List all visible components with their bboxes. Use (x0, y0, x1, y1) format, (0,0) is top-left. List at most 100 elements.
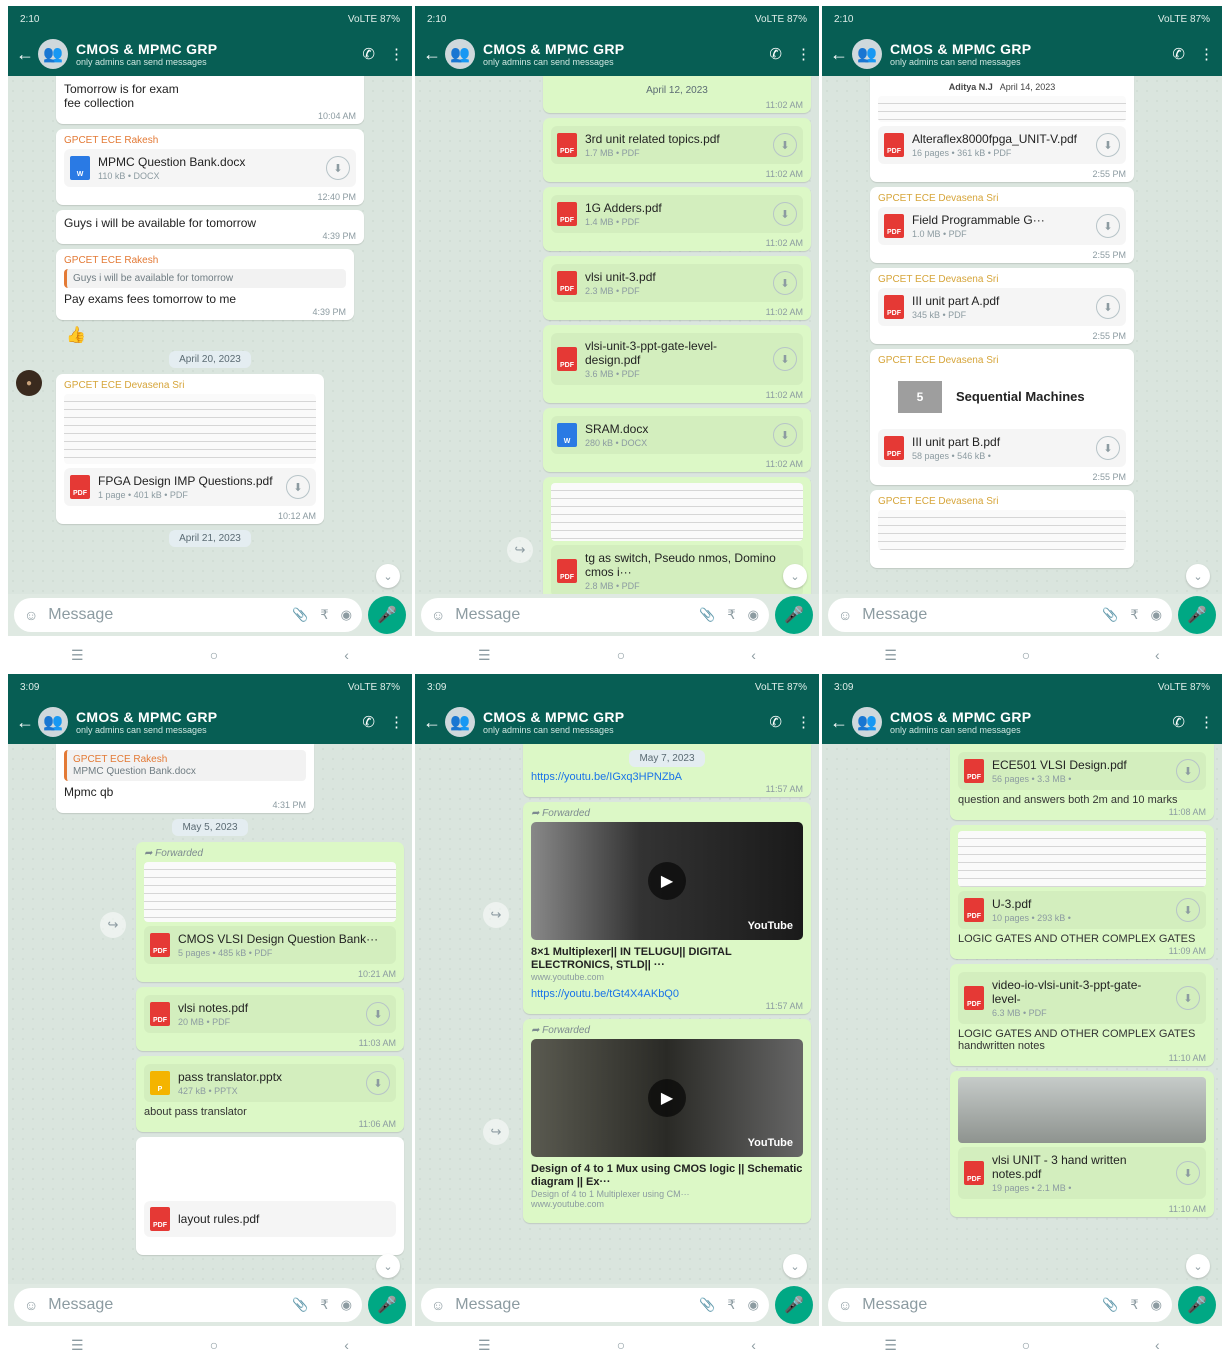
message-bubble[interactable]: GPCET ECE Rakesh W MPMC Question Bank.do… (56, 129, 364, 205)
message-bubble[interactable]: PDF U-3.pdf 10 pages • 293 kB • ⬇ LOGIC GAT… (950, 825, 1214, 959)
message-bubble[interactable]: May 7, 2023 https://youtu.be/IGxq3HPNZbA… (523, 744, 811, 797)
message-bubble[interactable]: GPCET ECE Devasena Sri PDF Field Programm… (870, 187, 1134, 263)
message-bubble[interactable]: GPCET ECE Devasena Sri PDF FPGA Design I… (56, 374, 324, 524)
camera-icon[interactable]: ◉ (748, 1297, 759, 1313)
back-arrow-icon[interactable]: ← (830, 44, 848, 65)
message-bubble[interactable]: Tomorrow is for exam fee collection 10:0… (56, 76, 364, 124)
message-bubble[interactable]: W SRAM.docx 280 kB • DOCX ⬇ 11:02 AM (543, 408, 811, 472)
rupee-icon[interactable]: ₹ (727, 1297, 735, 1313)
call-add-icon[interactable]: ✆ (769, 45, 782, 63)
message-bubble[interactable]: PDF ECE501 VLSI Design.pdf 56 pages • 3.3 … (950, 744, 1214, 820)
forward-share-icon[interactable]: ↪ (483, 902, 509, 928)
camera-icon[interactable]: ◉ (1151, 607, 1162, 623)
attach-icon[interactable]: 📎 (1102, 1297, 1118, 1313)
chat-area[interactable]: May 7, 2023 https://youtu.be/IGxq3HPNZbA… (415, 744, 819, 1284)
group-avatar[interactable]: 👥 (38, 707, 68, 737)
group-avatar[interactable]: 👥 (852, 39, 882, 69)
document-preview-thumbnail[interactable] (878, 510, 1126, 550)
youtube-link[interactable]: https://youtu.be/tGt4X4AKbQ0 (531, 988, 803, 1000)
home-icon[interactable]: ○ (1022, 1337, 1030, 1353)
message-bubble[interactable]: GPCET ECE Devasena Sri 5 Sequential Mach… (870, 349, 1134, 485)
call-add-icon[interactable]: ✆ (362, 45, 375, 63)
scroll-down-icon[interactable]: ⌄ (1186, 1254, 1210, 1278)
message-bubble[interactable]: April 12, 2023 11:02 AM (543, 76, 811, 113)
quoted-message[interactable]: Guys i will be available for tomorrow (64, 269, 346, 288)
document-preview-thumbnail[interactable] (878, 96, 1126, 122)
document-preview-thumbnail[interactable] (551, 483, 803, 541)
message-bubble[interactable]: GPCET ECE Devasena Sri PDF III unit part … (870, 268, 1134, 344)
document-attachment[interactable]: PDF vlsi UNIT - 3 hand written notes.pdf 1… (958, 1147, 1206, 1199)
forward-share-icon[interactable]: ↪ (483, 1119, 509, 1145)
camera-icon[interactable]: ◉ (1151, 1297, 1162, 1313)
nav-back-icon[interactable]: ‹ (1155, 1337, 1160, 1353)
group-avatar[interactable]: 👥 (445, 39, 475, 69)
home-icon[interactable]: ○ (210, 1337, 218, 1353)
call-add-icon[interactable]: ✆ (769, 713, 782, 731)
forward-share-icon[interactable]: ↪ (507, 537, 533, 563)
camera-icon[interactable]: ◉ (748, 607, 759, 623)
group-title-area[interactable]: CMOS & MPMC GRP only admins can send mes… (483, 709, 755, 735)
group-title-area[interactable]: CMOS & MPMC GRP only admins can send mes… (890, 41, 1158, 67)
document-attachment[interactable]: PDF tg as switch, Pseudo nmos, Domino cmo… (551, 545, 803, 594)
emoji-icon[interactable]: ☺ (431, 607, 445, 623)
more-options-icon[interactable]: ⋮ (1199, 713, 1214, 731)
attach-icon[interactable]: 📎 (699, 607, 715, 623)
sender-name[interactable]: GPCET ECE Rakesh (64, 255, 346, 266)
document-attachment[interactable]: PDF CMOS VLSI Design Question Bank··· 5 pa… (144, 926, 396, 964)
document-attachment[interactable]: PDF FPGA Design IMP Questions.pdf 1 page … (64, 468, 316, 506)
scroll-down-icon[interactable]: ⌄ (783, 1254, 807, 1278)
document-preview-thumbnail[interactable] (144, 862, 396, 922)
emoji-icon[interactable]: ☺ (24, 1297, 38, 1313)
message-bubble[interactable]: ➦ Forwarded ▶ YouTube 8×1 Multiplexer|| I… (523, 802, 811, 1014)
chat-area[interactable]: GPCET ECE Rakesh MPMC Question Bank.docx … (8, 744, 412, 1284)
home-icon[interactable]: ○ (1022, 647, 1030, 663)
rupee-icon[interactable]: ₹ (1130, 1297, 1138, 1313)
play-icon[interactable]: ▶ (648, 1079, 686, 1117)
rupee-icon[interactable]: ₹ (1130, 607, 1138, 623)
back-arrow-icon[interactable]: ← (423, 712, 441, 733)
emoji-icon[interactable]: ☺ (838, 1297, 852, 1313)
document-attachment[interactable]: PDF vlsi unit-3.pdf 2.3 MB • PDF ⬇ (551, 264, 803, 302)
sender-name[interactable]: GPCET ECE Devasena Sri (878, 193, 1126, 204)
download-icon[interactable]: ⬇ (1176, 759, 1200, 783)
attach-icon[interactable]: 📎 (292, 1297, 308, 1313)
sender-name[interactable]: GPCET ECE Devasena Sri (878, 496, 1126, 507)
document-preview-thumbnail[interactable] (144, 1143, 396, 1197)
youtube-link[interactable]: https://youtu.be/IGxq3HPNZbA (531, 771, 803, 783)
sender-name[interactable]: GPCET ECE Devasena Sri (878, 274, 1126, 285)
message-bubble[interactable]: Ppass translator.pptx 427 kB • PPTX ⬇ abou… (136, 1056, 404, 1132)
scroll-down-icon[interactable]: ⌄ (783, 564, 807, 588)
more-options-icon[interactable]: ⋮ (796, 45, 811, 63)
message-input[interactable]: ☺ Message 📎 ₹ ◉ (421, 598, 769, 632)
message-input[interactable]: ☺ Message 📎 ₹ ◉ (828, 1288, 1172, 1322)
document-attachment[interactable]: W SRAM.docx 280 kB • DOCX ⬇ (551, 416, 803, 454)
emoji-icon[interactable]: ☺ (838, 607, 852, 623)
message-bubble[interactable]: PDF vlsi-unit-3-ppt-gate-level-design.pdf… (543, 325, 811, 403)
document-attachment[interactable]: PDF layout rules.pdf (144, 1201, 396, 1237)
message-bubble[interactable]: PDF layout rules.pdf (136, 1137, 404, 1255)
message-bubble[interactable]: Guys i will be available for tomorrow 4:… (56, 210, 364, 244)
home-icon[interactable]: ○ (210, 647, 218, 663)
call-add-icon[interactable]: ✆ (1172, 45, 1185, 63)
nav-back-icon[interactable]: ‹ (344, 1337, 349, 1353)
nav-back-icon[interactable]: ‹ (1155, 647, 1160, 663)
back-arrow-icon[interactable]: ← (423, 44, 441, 65)
more-options-icon[interactable]: ⋮ (389, 45, 404, 63)
chat-area[interactable]: Aditya N.J April 14, 2023 PDF Alteraflex8… (822, 76, 1222, 594)
document-attachment[interactable]: PDF 1G Adders.pdf 1.4 MB • PDF ⬇ (551, 195, 803, 233)
document-attachment[interactable]: PDF vlsi-unit-3-ppt-gate-level-design.pdf… (551, 333, 803, 385)
document-attachment[interactable]: PDF Field Programmable G··· 1.0 MB • PDF ⬇ (878, 207, 1126, 245)
message-bubble[interactable]: PDF tg as switch, Pseudo nmos, Domino cmo… (543, 477, 811, 594)
recents-icon[interactable]: ☰ (71, 647, 84, 664)
forward-share-icon[interactable]: ↪ (100, 912, 126, 938)
document-attachment[interactable]: PDF U-3.pdf 10 pages • 293 kB • ⬇ (958, 891, 1206, 929)
scroll-down-icon[interactable]: ⌄ (376, 1254, 400, 1278)
nav-back-icon[interactable]: ‹ (344, 647, 349, 663)
download-icon[interactable]: ⬇ (1176, 986, 1200, 1010)
download-icon[interactable]: ⬇ (773, 202, 797, 226)
nav-back-icon[interactable]: ‹ (751, 1337, 756, 1353)
message-bubble[interactable]: PDF vlsi unit-3.pdf 2.3 MB • PDF ⬇ 11:02 AM (543, 256, 811, 320)
chat-area[interactable]: April 12, 2023 11:02 AM PDF 3rd unit rela… (415, 76, 819, 594)
download-icon[interactable]: ⬇ (286, 475, 310, 499)
document-attachment[interactable]: PDF ECE501 VLSI Design.pdf 56 pages • 3.3 … (958, 752, 1206, 790)
